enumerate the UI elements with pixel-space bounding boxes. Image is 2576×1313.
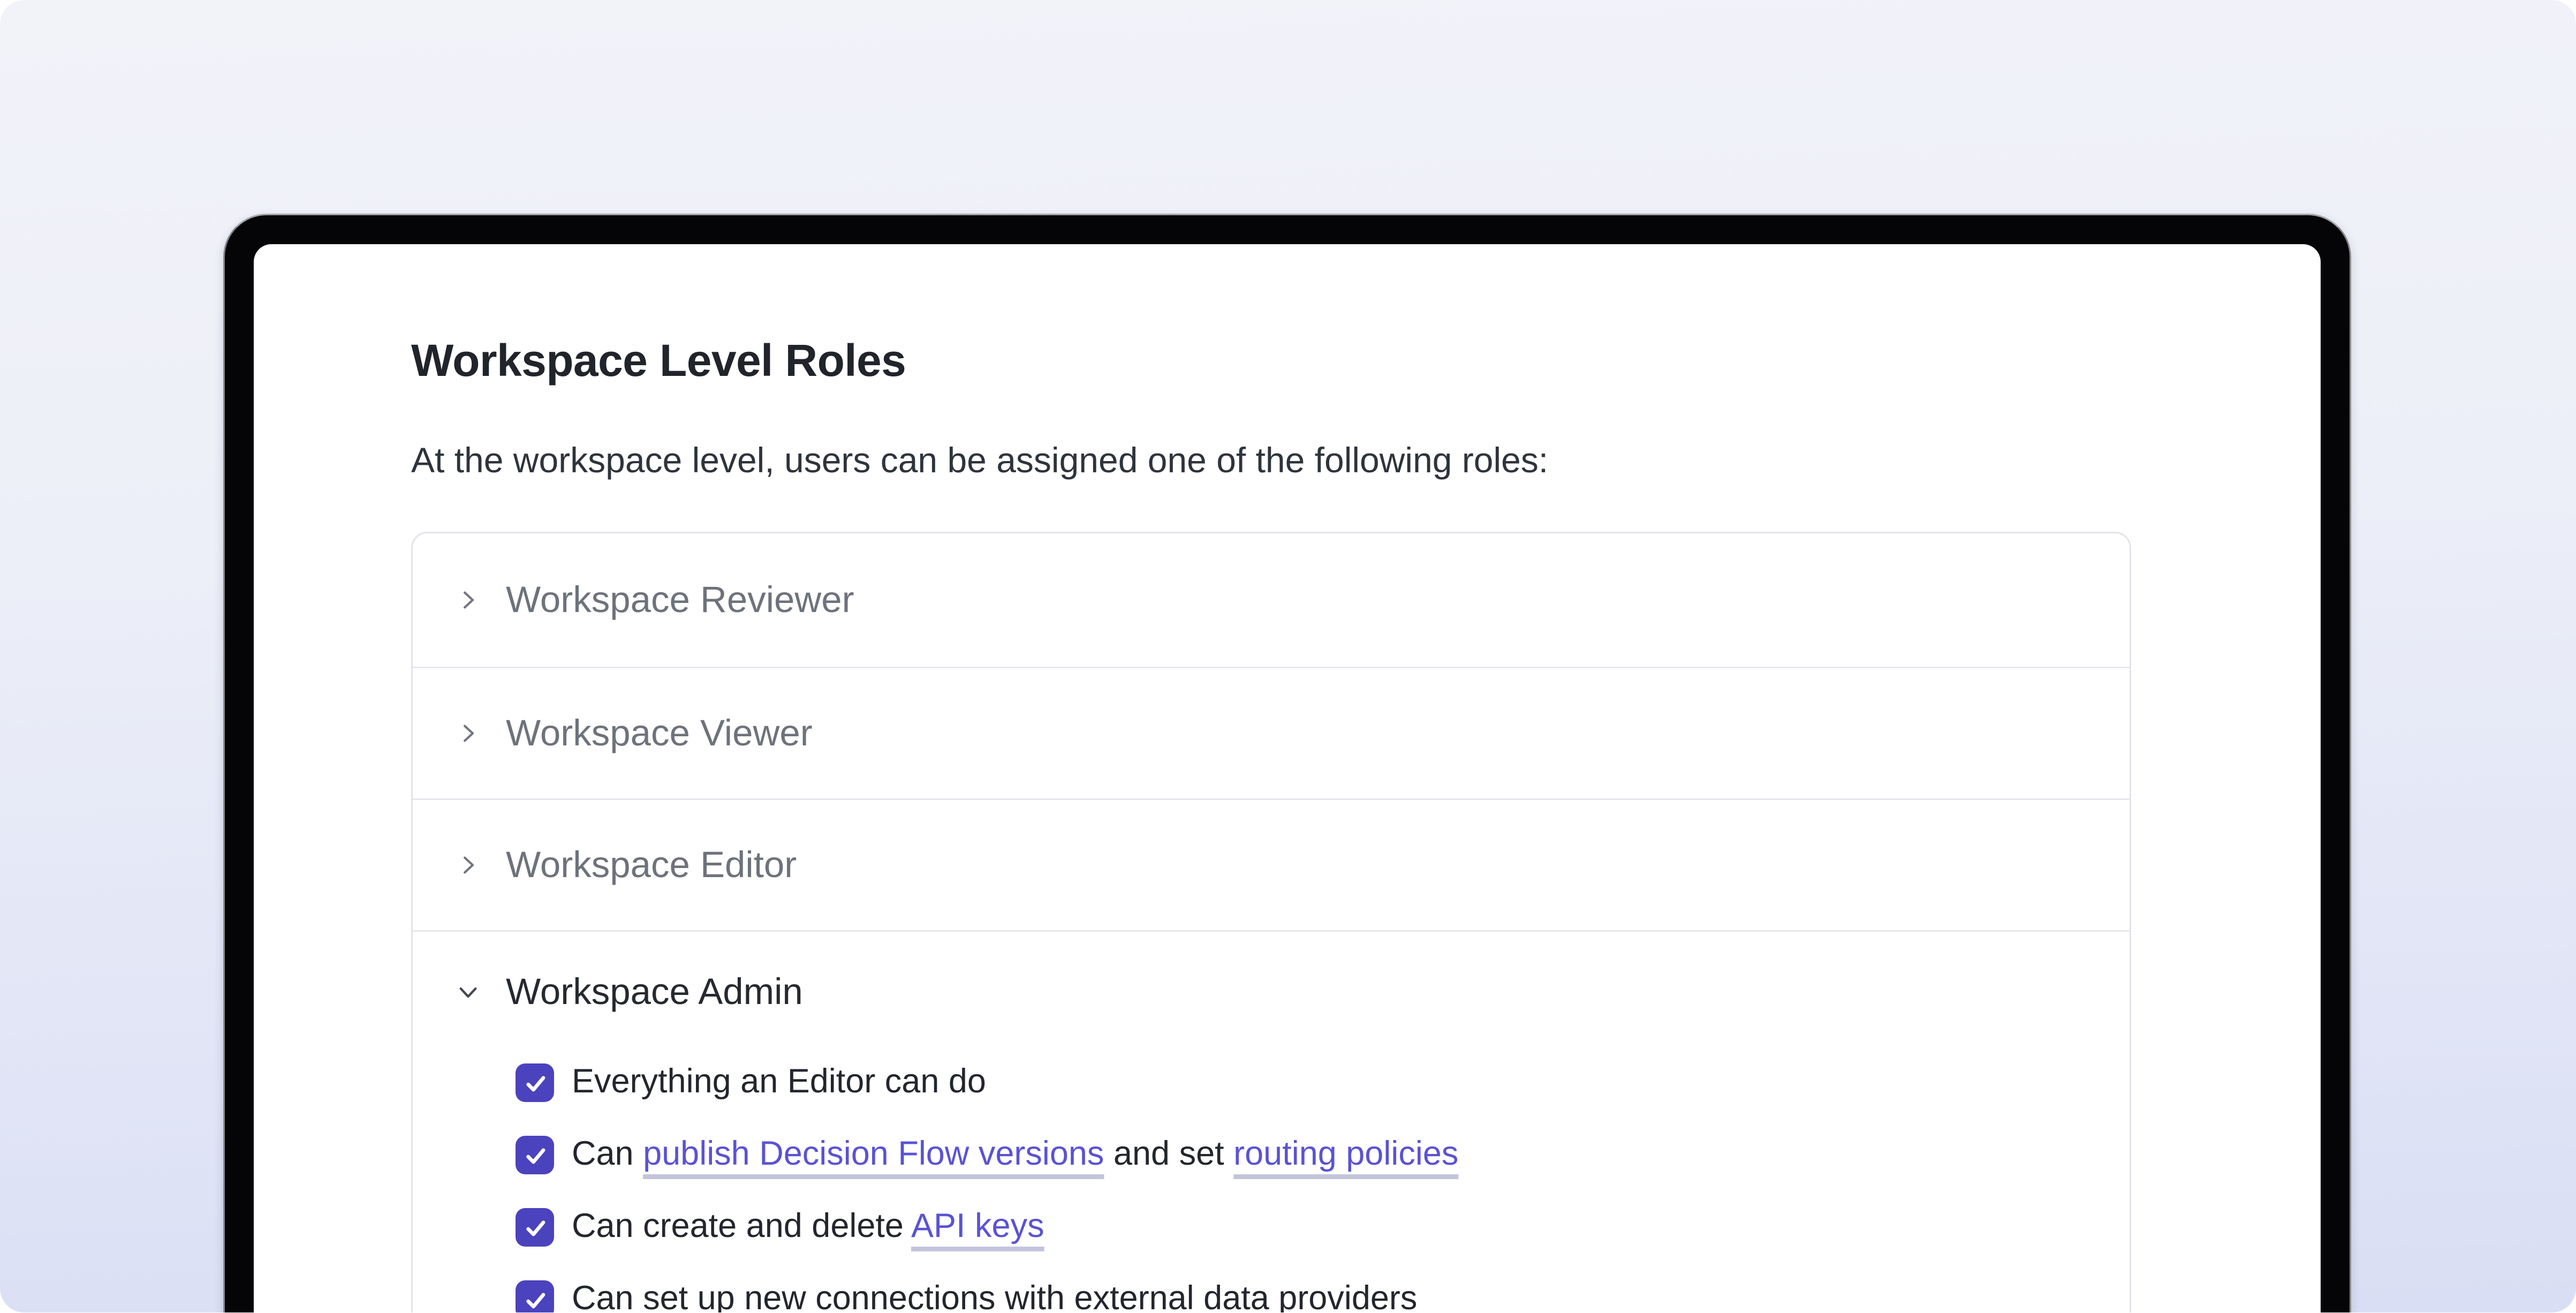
link-api-keys[interactable]: API keys — [911, 1208, 1044, 1245]
permission-item: Can set up new connections with external… — [516, 1264, 2130, 1313]
checkbox-checked[interactable] — [516, 1208, 554, 1247]
checkmark-icon — [521, 1214, 549, 1241]
accordion-item-label: Workspace Editor — [506, 843, 797, 886]
text-segment: Everything an Editor can do — [572, 1063, 986, 1100]
permission-label: Can set up new connections with external… — [572, 1280, 1417, 1313]
permission-item: Can publish Decision Flow versions and s… — [516, 1119, 2130, 1191]
permission-label: Everything an Editor can do — [572, 1063, 986, 1102]
checkbox-checked[interactable] — [516, 1280, 554, 1313]
screenshot-root: Workspace Level Roles At the workspace l… — [0, 0, 2576, 1313]
tablet-frame: Workspace Level Roles At the workspace l… — [223, 214, 2351, 1313]
roles-accordion: Workspace Reviewer Workspace Viewer Work… — [411, 531, 2131, 1313]
page-title: Workspace Level Roles — [411, 333, 2256, 389]
checkbox-checked[interactable] — [516, 1063, 554, 1102]
checkmark-icon — [521, 1069, 549, 1097]
chevron-down-icon — [454, 978, 482, 1006]
link-publish-decision-flow-versions[interactable]: publish Decision Flow versions — [643, 1136, 1104, 1173]
accordion-item-workspace-viewer[interactable]: Workspace Viewer — [413, 666, 2130, 798]
admin-permissions-list: Everything an Editor can do Can publish D… — [413, 1047, 2130, 1313]
accordion-item-label: Workspace Viewer — [506, 711, 813, 754]
link-routing-policies[interactable]: routing policies — [1233, 1136, 1458, 1173]
checkmark-icon — [521, 1286, 549, 1313]
chevron-right-icon — [454, 719, 482, 746]
accordion-item-workspace-admin[interactable]: Workspace Admin — [413, 930, 2130, 1053]
chevron-right-icon — [454, 586, 482, 613]
text-segment: Can set up new connections with external… — [572, 1280, 1417, 1313]
permission-label: Can create and delete API keys — [572, 1208, 1044, 1247]
screen: Workspace Level Roles At the workspace l… — [254, 244, 2321, 1313]
permission-item: Can create and delete API keys — [516, 1191, 2130, 1264]
accordion-item-label: Workspace Admin — [506, 970, 803, 1014]
gradient-background: Workspace Level Roles At the workspace l… — [0, 0, 2576, 1313]
accordion-item-workspace-editor[interactable]: Workspace Editor — [413, 798, 2130, 930]
checkbox-checked[interactable] — [516, 1136, 554, 1174]
text-segment: Can — [572, 1136, 643, 1173]
docs-content: Workspace Level Roles At the workspace l… — [254, 244, 2321, 1313]
accordion-item-label: Workspace Reviewer — [506, 578, 854, 621]
intro-text: At the workspace level, users can be ass… — [411, 439, 2256, 485]
permission-item: Everything an Editor can do — [516, 1047, 2130, 1119]
checkmark-icon — [521, 1142, 549, 1169]
permission-label: Can publish Decision Flow versions and s… — [572, 1136, 1458, 1174]
text-segment: Can create and delete — [572, 1208, 911, 1245]
text-segment: and set — [1104, 1136, 1233, 1173]
accordion-item-workspace-reviewer[interactable]: Workspace Reviewer — [413, 533, 2130, 666]
chevron-right-icon — [454, 851, 482, 878]
